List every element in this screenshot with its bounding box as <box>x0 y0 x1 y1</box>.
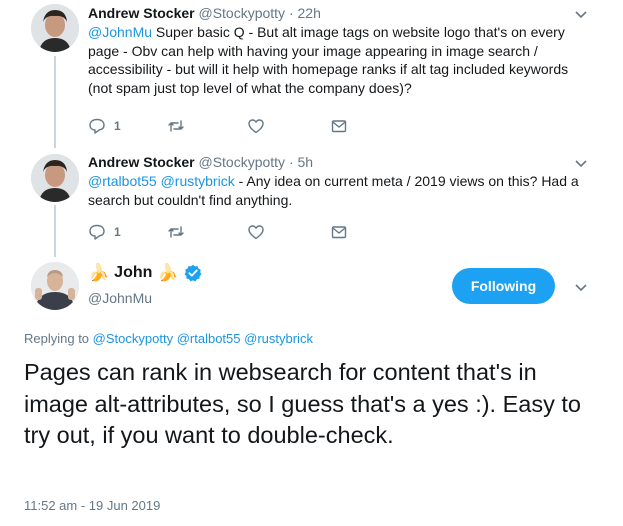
reply-count: 1 <box>114 225 121 239</box>
tweet[interactable]: Andrew Stocker @Stockypotty · 5h @rtalbo… <box>0 150 623 255</box>
reply-count: 1 <box>114 119 121 133</box>
retweet-button[interactable] <box>167 223 185 241</box>
retweet-icon <box>168 226 184 238</box>
reply-button[interactable]: 1 <box>88 223 121 241</box>
mention-link[interactable]: @rtalbot55 <box>88 173 157 189</box>
tweet-actions: 1 <box>88 117 388 137</box>
retweet-icon <box>168 120 184 132</box>
mention-link[interactable]: @rustybrick <box>244 331 313 346</box>
tweet-timestamp[interactable]: 11:52 am - 19 Jun 2019 <box>24 498 160 513</box>
like-button[interactable] <box>247 117 265 135</box>
avatar[interactable] <box>31 262 79 310</box>
replying-prefix: Replying to <box>24 331 90 346</box>
chevron-down-icon[interactable] <box>572 278 590 296</box>
like-button[interactable] <box>247 223 265 241</box>
mention-link[interactable]: @JohnMu <box>88 24 152 40</box>
tweet-text: @rtalbot55 @rustybrick - Any idea on cur… <box>88 172 588 209</box>
mention-link[interactable]: @rtalbot55 <box>177 331 241 346</box>
message-button[interactable] <box>330 223 348 241</box>
author-handle[interactable]: @JohnMu <box>88 290 152 306</box>
mention-link[interactable]: @rustybrick <box>161 173 235 189</box>
reply-icon <box>89 224 105 240</box>
banana-emoji: 🍌 <box>157 263 179 282</box>
like-icon <box>248 119 264 134</box>
main-tweet-text: Pages can rank in websearch for content … <box>24 359 581 448</box>
author-name: John <box>114 264 153 281</box>
reply-icon <box>89 118 105 134</box>
tweet-text-body: Super basic Q - But alt image tags on we… <box>88 24 569 96</box>
avatar[interactable] <box>31 154 79 202</box>
chevron-down-icon[interactable] <box>572 5 590 23</box>
message-icon <box>331 120 347 133</box>
author-name[interactable]: Andrew Stocker <box>88 154 195 170</box>
message-button[interactable] <box>330 117 348 135</box>
like-icon <box>248 225 264 240</box>
tweet-actions: 1 <box>88 223 388 243</box>
avatar[interactable] <box>31 4 79 52</box>
author-name[interactable]: Andrew Stocker <box>88 5 195 21</box>
chevron-down-icon[interactable] <box>572 154 590 172</box>
tweet-time[interactable]: · 5h <box>289 154 313 170</box>
author-handle[interactable]: @Stockypotty <box>198 154 285 170</box>
tweet-header: Andrew Stocker @Stockypotty · 5h <box>88 153 313 171</box>
author-handle[interactable]: @Stockypotty <box>198 5 285 21</box>
verified-badge-icon <box>184 264 201 282</box>
tweet-header: Andrew Stocker @Stockypotty · 22h <box>88 4 321 22</box>
reply-button[interactable]: 1 <box>88 117 121 135</box>
banana-emoji: 🍌 <box>88 263 110 282</box>
retweet-button[interactable] <box>167 117 185 135</box>
main-author-name[interactable]: 🍌 John 🍌 <box>88 264 202 282</box>
replying-to: Replying to @Stockypotty @rtalbot55 @rus… <box>24 331 313 346</box>
tweet-time[interactable]: · 22h <box>289 5 321 21</box>
tweet-text: @JohnMu Super basic Q - But alt image ta… <box>88 23 588 97</box>
message-icon <box>331 226 347 239</box>
following-button[interactable]: Following <box>452 268 555 304</box>
tweet[interactable]: Andrew Stocker @Stockypotty · 22h @JohnM… <box>0 0 623 150</box>
mention-link[interactable]: @Stockypotty <box>93 331 173 346</box>
